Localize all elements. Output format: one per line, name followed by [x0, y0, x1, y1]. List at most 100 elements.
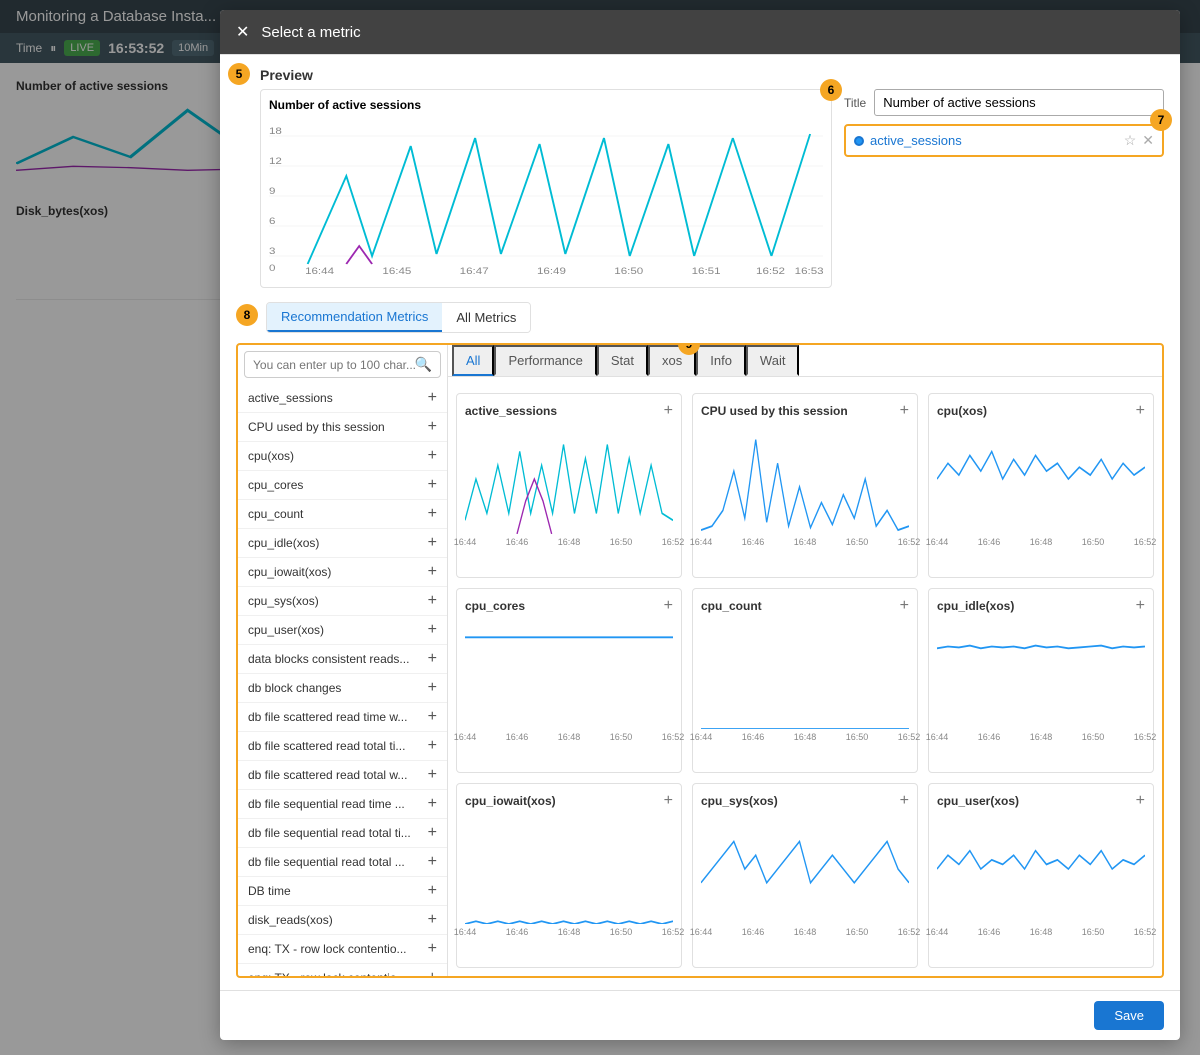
- preview-chart: Number of active sessions 18 12 9: [260, 89, 832, 288]
- chart-title-input[interactable]: [874, 89, 1164, 116]
- add-metric-icon[interactable]: +: [428, 505, 437, 523]
- list-item[interactable]: db block changes+: [238, 674, 447, 703]
- chart-card: cpu_idle(xos) + 16:4416:4616:4816:5016:5…: [928, 588, 1154, 773]
- search-box: 🔍: [244, 351, 441, 378]
- chart-card-add-icon[interactable]: +: [664, 597, 673, 615]
- svg-text:16:44: 16:44: [305, 267, 334, 276]
- add-metric-icon[interactable]: +: [428, 621, 437, 639]
- list-item-label: db file sequential read time ...: [248, 797, 405, 811]
- list-item-label: data blocks consistent reads...: [248, 652, 409, 666]
- star-icon[interactable]: ☆: [1124, 132, 1137, 149]
- svg-text:16:50: 16:50: [614, 267, 643, 276]
- tab-recommendation-metrics[interactable]: Recommendation Metrics: [267, 303, 442, 332]
- save-button[interactable]: Save: [1094, 1001, 1164, 1030]
- add-metric-icon[interactable]: +: [428, 650, 437, 668]
- tab-all-metrics[interactable]: All Metrics: [442, 303, 530, 332]
- chart-card-add-icon[interactable]: +: [900, 402, 909, 420]
- chart-card: cpu(xos) + 16:4416:4616:4816:5016:52: [928, 393, 1154, 578]
- list-item[interactable]: db file scattered read total w...+: [238, 761, 447, 790]
- list-item[interactable]: db file sequential read total ...+: [238, 848, 447, 877]
- add-metric-icon[interactable]: +: [428, 766, 437, 784]
- list-item-label: cpu_iowait(xos): [248, 565, 331, 579]
- search-icon[interactable]: 🔍: [415, 356, 432, 373]
- list-item[interactable]: DB time+: [238, 877, 447, 906]
- close-icon[interactable]: ✕: [236, 22, 249, 42]
- list-item[interactable]: enq: TX - row lock contentio... +: [238, 964, 447, 976]
- list-item-label: cpu_user(xos): [248, 623, 324, 637]
- add-metric-icon[interactable]: +: [428, 708, 437, 726]
- list-item[interactable]: cpu_idle(xos) +: [238, 529, 447, 558]
- svg-text:16:51: 16:51: [692, 267, 721, 276]
- metric-tab-wait[interactable]: Wait: [746, 345, 800, 376]
- chart-card-add-icon[interactable]: +: [1136, 792, 1145, 810]
- preview-chart-title: Number of active sessions: [269, 98, 823, 112]
- metric-tab-all[interactable]: All: [452, 345, 494, 376]
- chart-card: cpu_cores + 16:4416:4616:4816:5016:52: [456, 588, 682, 773]
- list-item[interactable]: data blocks consistent reads... +: [238, 645, 447, 674]
- list-item[interactable]: cpu(xos)+: [238, 442, 447, 471]
- list-item[interactable]: active_sessions+: [238, 384, 447, 413]
- config-title-label: Title: [844, 96, 866, 110]
- chart-card-title: cpu_iowait(xos): [465, 794, 556, 808]
- chart-card-title: cpu_sys(xos): [701, 794, 778, 808]
- list-item[interactable]: CPU used by this session+: [238, 413, 447, 442]
- chart-grid: active_sessions + 16:4416:4616:4816:5016…: [448, 385, 1162, 976]
- list-item[interactable]: db file scattered read time w...+: [238, 703, 447, 732]
- add-metric-icon[interactable]: +: [428, 824, 437, 842]
- add-metric-icon[interactable]: +: [428, 389, 437, 407]
- list-item-label: cpu_idle(xos): [248, 536, 319, 550]
- metric-list: active_sessions+CPU used by this session…: [238, 384, 448, 976]
- add-metric-icon[interactable]: +: [428, 534, 437, 552]
- metric-tab-stat[interactable]: Stat: [597, 345, 648, 376]
- metric-tabs-bar: AllPerformanceStatxosInfoWait: [448, 345, 1162, 377]
- chart-card: cpu_iowait(xos) + 16:4416:4616:4816:5016…: [456, 783, 682, 968]
- chart-grid-wrapper: AllPerformanceStatxosInfoWait active_ses…: [448, 345, 1162, 976]
- add-metric-icon[interactable]: +: [428, 882, 437, 900]
- chart-card-add-icon[interactable]: +: [1136, 402, 1145, 420]
- step-7-badge: 7: [1150, 109, 1172, 131]
- modal-title: Select a metric: [261, 24, 360, 41]
- list-item[interactable]: cpu_iowait(xos) +: [238, 558, 447, 587]
- add-metric-icon[interactable]: +: [428, 911, 437, 929]
- add-metric-icon[interactable]: +: [428, 795, 437, 813]
- add-metric-icon[interactable]: +: [428, 563, 437, 581]
- list-item-label: cpu_count: [248, 507, 303, 521]
- add-metric-icon[interactable]: +: [428, 737, 437, 755]
- add-metric-icon[interactable]: +: [428, 969, 437, 976]
- list-item[interactable]: db file scattered read total ti...+: [238, 732, 447, 761]
- add-metric-icon[interactable]: +: [428, 476, 437, 494]
- delete-icon[interactable]: ✕: [1142, 132, 1154, 149]
- metric-tab-info[interactable]: Info: [696, 345, 746, 376]
- search-input[interactable]: [253, 358, 415, 372]
- chart-card-add-icon[interactable]: +: [664, 792, 673, 810]
- chart-card-add-icon[interactable]: +: [900, 792, 909, 810]
- list-item[interactable]: cpu_sys(xos)+: [238, 587, 447, 616]
- list-item[interactable]: db file sequential read total ti...+: [238, 819, 447, 848]
- list-item[interactable]: cpu_user(xos) +: [238, 616, 447, 645]
- add-metric-icon[interactable]: +: [428, 940, 437, 958]
- add-metric-icon[interactable]: +: [428, 679, 437, 697]
- chart-card-add-icon[interactable]: +: [1136, 597, 1145, 615]
- list-item[interactable]: db file sequential read time ... +: [238, 790, 447, 819]
- chart-card-title: cpu(xos): [937, 404, 987, 418]
- svg-text:16:45: 16:45: [382, 267, 411, 276]
- list-item[interactable]: disk_reads(xos)+: [238, 906, 447, 935]
- chart-card: CPU used by this session + 16:4416:4616:…: [692, 393, 918, 578]
- list-item[interactable]: cpu_cores +: [238, 471, 447, 500]
- add-metric-icon[interactable]: +: [428, 853, 437, 871]
- metric-tag-label: active_sessions: [870, 133, 962, 148]
- metric-tab-performance[interactable]: Performance: [494, 345, 596, 376]
- add-metric-icon[interactable]: +: [428, 418, 437, 436]
- list-item[interactable]: cpu_count +: [238, 500, 447, 529]
- svg-text:0: 0: [269, 264, 276, 274]
- preview-config: Title active_sessions ☆ ✕: [844, 89, 1164, 288]
- step-6-badge: 6: [820, 79, 842, 101]
- list-item-label: enq: TX - row lock contentio...: [248, 942, 407, 956]
- chart-card-add-icon[interactable]: +: [664, 402, 673, 420]
- add-metric-icon[interactable]: +: [428, 592, 437, 610]
- list-item-label: cpu_cores: [248, 478, 303, 492]
- list-item[interactable]: enq: TX - row lock contentio... +: [238, 935, 447, 964]
- chart-card-add-icon[interactable]: +: [900, 597, 909, 615]
- add-metric-icon[interactable]: +: [428, 447, 437, 465]
- list-item-label: enq: TX - row lock contentio...: [248, 971, 407, 976]
